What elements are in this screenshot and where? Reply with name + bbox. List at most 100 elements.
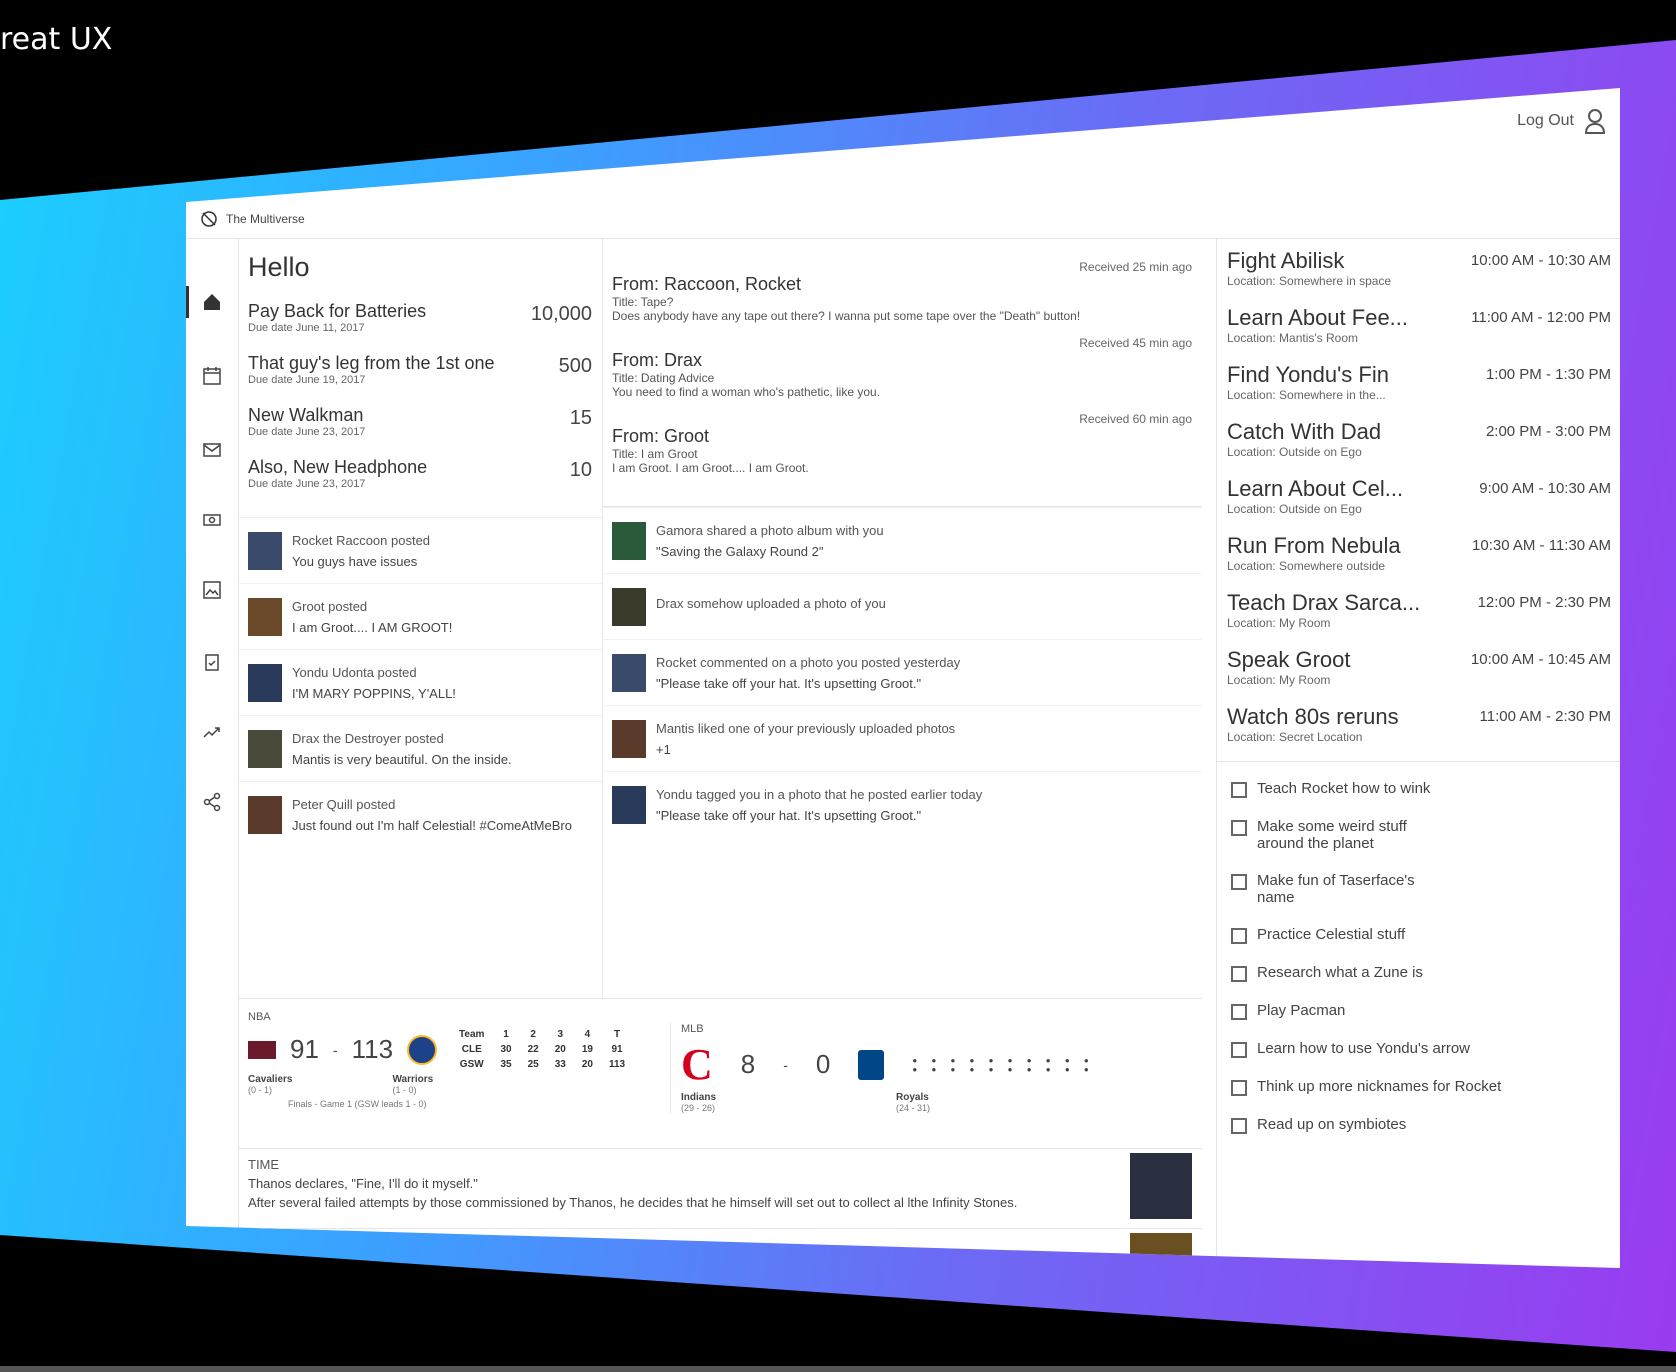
todo-checkbox[interactable] <box>1231 874 1247 890</box>
sidebar: 76° <box>186 238 239 1268</box>
warriors-logo-icon <box>407 1034 438 1065</box>
event-item[interactable]: Find Yondu's Fin Location: Somewhere in t… <box>1217 362 1620 419</box>
share-icon <box>203 792 221 812</box>
event-location: Location: My Room <box>1227 616 1331 630</box>
event-item[interactable]: Watch 80s reruns Location: Secret Locatio… <box>1217 704 1620 761</box>
todo-checkbox[interactable] <box>1231 1004 1247 1020</box>
home-team-record: (29 - 26) <box>681 1103 716 1113</box>
weather-widget: 76° <box>196 1268 220 1304</box>
royals-logo-icon <box>858 1049 885 1080</box>
bill-item[interactable]: Also, New Headphone Due date June 23, 20… <box>238 457 602 509</box>
todo-item[interactable]: Learn how to use Yondu's arrow <box>1217 1040 1620 1058</box>
money-icon <box>203 514 221 526</box>
greeting: Hello <box>248 252 310 282</box>
event-item[interactable]: Run From Nebula Location: Somewhere outsi… <box>1217 533 1620 590</box>
todo-label: Research what a Zune is <box>1257 964 1423 981</box>
event-location: Location: Mantis's Room <box>1227 331 1359 345</box>
video-progress-bar[interactable] <box>0 1366 1676 1372</box>
todo-checkbox[interactable] <box>1231 1118 1247 1134</box>
activity-item[interactable]: Drax somehow uploaded a photo of you <box>602 573 1202 639</box>
avatar <box>248 729 282 768</box>
mail-icon <box>203 443 221 457</box>
message-body: I am Groot. I am Groot.... I am Groot. <box>612 461 809 475</box>
nav-mail[interactable] <box>200 438 224 462</box>
todo-item[interactable]: Make some weird stuff around the planet <box>1217 818 1620 852</box>
message-item[interactable]: Received 60 min ago From: Groot Title: I… <box>602 412 1202 488</box>
nav-photos[interactable] <box>200 578 224 602</box>
box-cell: 20 <box>581 1059 593 1070</box>
activity-item[interactable]: Mantis liked one of your previously uplo… <box>602 705 1202 771</box>
news-item[interactable]: TIME Thanos declares, "Fine, I'll do it … <box>238 1148 1202 1219</box>
post-item[interactable]: Groot posted I am Groot.... I AM GROOT! <box>238 583 602 649</box>
trending-icon <box>203 727 220 738</box>
nav-share[interactable] <box>200 790 224 814</box>
box-cell: 33 <box>554 1059 566 1070</box>
bill-item[interactable]: That guy's leg from the 1st one Due date… <box>238 353 602 405</box>
todo-checkbox[interactable] <box>1231 820 1247 836</box>
todo-item[interactable]: Practice Celestial stuff <box>1217 926 1620 944</box>
event-time: 11:00 AM - 2:30 PM <box>1479 708 1611 725</box>
post-text: Just found out I'm half Celestial! #Come… <box>292 817 572 833</box>
event-item[interactable]: Learn About Fee... Location: Mantis's Roo… <box>1217 305 1620 362</box>
todo-item[interactable]: Think up more nicknames for Rocket <box>1217 1078 1620 1096</box>
event-item[interactable]: Speak Groot Location: My Room 10:00 AM - 1… <box>1217 647 1620 704</box>
event-item[interactable]: Learn About Cel... Location: Outside on E… <box>1217 476 1620 533</box>
todo-checkbox[interactable] <box>1231 928 1247 944</box>
todo-label: Think up more nicknames for Rocket <box>1257 1078 1502 1095</box>
mlb-scoreboard[interactable]: MLB C 8 - 0 ● ● ● ● ● ● ● ● ● ● ● ● ● ● ●… <box>670 1023 1181 1113</box>
calendar-icon <box>203 367 221 385</box>
post-author: Peter Quill posted <box>292 796 396 812</box>
logout-button[interactable]: Log Out <box>1517 108 1606 134</box>
activity-text: Mantis liked one of your previously uplo… <box>656 720 956 736</box>
todo-item[interactable]: Read up on symbiotes <box>1217 1116 1620 1134</box>
nav-trending[interactable] <box>200 720 224 744</box>
todo-item[interactable]: Research what a Zune is <box>1217 964 1620 982</box>
nav-calendar[interactable] <box>200 364 224 388</box>
event-time: 10:00 AM - 10:45 AM <box>1470 651 1611 668</box>
event-item[interactable]: Catch With Dad Location: Outside on Ego 2:… <box>1217 419 1620 476</box>
avatar <box>248 597 282 636</box>
bill-name: That guy's leg from the 1st one <box>248 353 495 373</box>
activity-item[interactable]: Rocket commented on a photo you posted y… <box>602 639 1202 705</box>
post-item[interactable]: Rocket Raccoon posted You guys have issue… <box>238 517 602 583</box>
post-item[interactable]: Yondu Udonta posted I'M MARY POPPINS, Y'A… <box>238 649 602 715</box>
away-score: 0 <box>815 1049 831 1079</box>
post-item[interactable]: Peter Quill posted Just found out I'm hal… <box>238 781 602 847</box>
todo-item[interactable]: Teach Rocket how to wink <box>1217 780 1620 798</box>
todo-item[interactable]: Make fun of Taserface's name <box>1217 872 1620 906</box>
event-item[interactable]: Teach Drax Sarca... Location: My Room 12:0… <box>1217 590 1620 647</box>
box-cell: 25 <box>527 1059 539 1070</box>
nav-money[interactable] <box>200 508 224 532</box>
box-cell: GSW <box>459 1059 484 1070</box>
bill-name: Also, New Headphone <box>248 457 428 477</box>
nav-tasks[interactable] <box>200 650 224 674</box>
bill-item[interactable]: Pay Back for Batteries Due date June 11,… <box>238 301 602 353</box>
bill-name: New Walkman <box>248 405 364 425</box>
todo-item[interactable]: Play Pacman <box>1217 1002 1620 1020</box>
activity-text: Gamora shared a photo album with you <box>656 522 884 538</box>
todo-checkbox[interactable] <box>1231 966 1247 982</box>
mlb-linescore: ● ● ● ● ● ● ● ● ● ● ● ● ● ● ● ● ● ● ● ● <box>912 1055 1095 1074</box>
message-body: You need to find a woman who's pathetic,… <box>612 385 881 399</box>
event-time: 11:00 AM - 12:00 PM <box>1471 309 1611 326</box>
nav-home[interactable] <box>186 286 224 318</box>
event-item[interactable]: Fight Abilisk Location: Somewhere in spac… <box>1217 248 1620 305</box>
box-cell: 35 <box>500 1059 512 1070</box>
todo-checkbox[interactable] <box>1231 782 1247 798</box>
message-item[interactable]: Received 45 min ago From: Drax Title: Da… <box>602 336 1202 412</box>
post-item[interactable]: Drax the Destroyer posted Mantis is very … <box>238 715 602 781</box>
bill-item[interactable]: New Walkman Due date June 23, 2017 15 <box>238 405 602 457</box>
message-item[interactable]: Received 25 min ago From: Raccoon, Rocke… <box>602 260 1202 336</box>
post-author: Yondu Udonta posted <box>292 664 417 680</box>
box-header-cell: 3 <box>557 1029 564 1040</box>
post-text: You guys have issues <box>292 553 418 569</box>
nba-scoreboard[interactable]: NBA 91 - 113 Team 1 2 3 4 T CLE 30 22 20… <box>248 1011 648 1109</box>
todo-checkbox[interactable] <box>1231 1042 1247 1058</box>
home-team-record: (0 - 1) <box>248 1085 273 1095</box>
todo-checkbox[interactable] <box>1231 1080 1247 1096</box>
activity-item[interactable]: Gamora shared a photo album with you "Sav… <box>602 507 1202 573</box>
bill-amount: 10 <box>569 459 592 481</box>
activity-item[interactable]: Yondu tagged you in a photo that he post… <box>602 771 1202 837</box>
events-list: Fight Abilisk Location: Somewhere in spac… <box>1217 248 1620 761</box>
todo-label: Practice Celestial stuff <box>1257 926 1406 943</box>
